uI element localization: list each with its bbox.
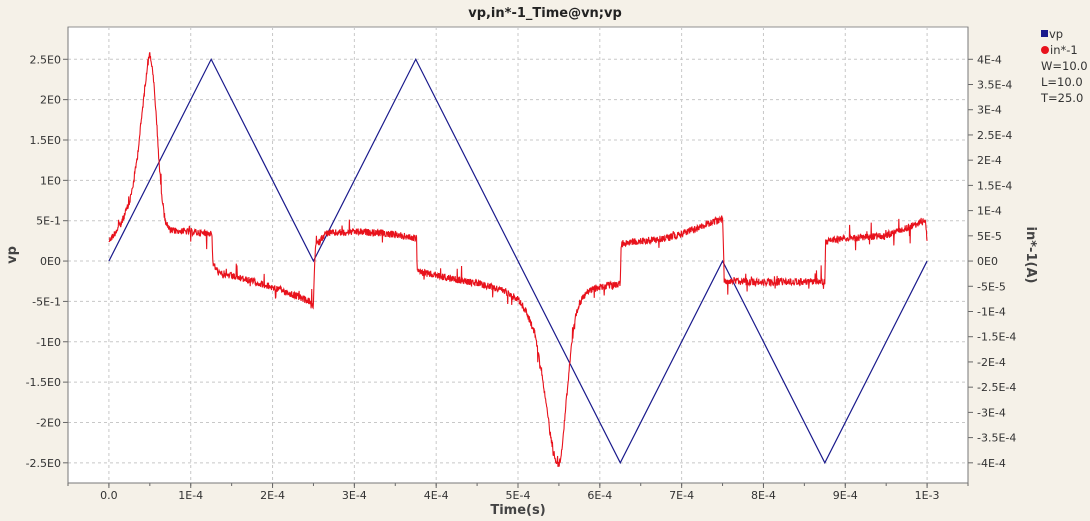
y-right-tick-label: -4E-4 — [977, 457, 1006, 470]
x-tick-label: 6E-4 — [587, 489, 612, 502]
y-left-tick-label: 2.5E0 — [30, 53, 61, 66]
y-left-tick-label: 1.5E0 — [30, 134, 61, 147]
y-right-tick-label: 2E-4 — [977, 154, 1002, 167]
x-tick-label: 9E-4 — [833, 489, 858, 502]
y-left-tick-label: 5E-1 — [36, 215, 61, 228]
x-tick-label: 1E-3 — [915, 489, 940, 502]
legend: vp in*-1 W=10.0 L=10.0 T=25.0 — [1041, 26, 1088, 106]
x-tick-label: 7E-4 — [669, 489, 694, 502]
legend-label-in: in*-1 — [1050, 43, 1078, 57]
y-right-tick-label: -5E-5 — [977, 280, 1006, 293]
y-right-tick-label: 3.5E-4 — [977, 79, 1012, 92]
y-right-tick-label: 3E-4 — [977, 104, 1002, 117]
y-right-tick-label: -2E-4 — [977, 356, 1006, 369]
y-right-tick-label: 4E-4 — [977, 53, 1002, 66]
y-right-tick-label: 5E-5 — [977, 230, 1002, 243]
legend-label-vp: vp — [1049, 27, 1064, 41]
x-axis-label: Time(s) — [490, 503, 545, 518]
y-right-tick-label: -1E-4 — [977, 305, 1006, 318]
y-left-tick-label: -1.5E0 — [26, 376, 61, 389]
y-right-tick-label: 1E-4 — [977, 205, 1002, 218]
y-right-tick-label: 1.5E-4 — [977, 179, 1012, 192]
y-left-tick-label: -5E-1 — [32, 295, 61, 308]
legend-item-in[interactable]: in*-1 — [1041, 42, 1088, 58]
x-tick-label: 8E-4 — [751, 489, 776, 502]
y-right-tick-label: -2.5E-4 — [977, 381, 1016, 394]
y-axis-right-label: in*-1(A) — [1023, 227, 1038, 284]
x-tick-label: 4E-4 — [424, 489, 449, 502]
y-left-tick-label: 2E0 — [40, 94, 61, 107]
y-left-tick-label: 0E0 — [40, 255, 61, 268]
legend-param-l: L=10.0 — [1041, 75, 1083, 89]
y-right-tick-label: -3.5E-4 — [977, 432, 1016, 445]
y-axis-left-label: vp — [5, 246, 20, 264]
legend-swatch-in — [1041, 46, 1049, 54]
y-left-tick-label: -2E0 — [36, 416, 61, 429]
x-tick-label: 3E-4 — [342, 489, 367, 502]
y-right-tick-label: 0E0 — [977, 255, 998, 268]
legend-item-vp[interactable]: vp — [1041, 26, 1088, 42]
x-tick-label: 1E-4 — [178, 489, 203, 502]
x-tick-label: 5E-4 — [506, 489, 531, 502]
chart-svg: 0.0 1E-4 2E-4 3E-4 4E-4 5E-4 6E-4 7E-4 8E-4 9E-4 1… — [0, 0, 1090, 521]
y-left-tick-label: -1E0 — [36, 336, 61, 349]
chart-title: vp,in*-1_Time@vn;vp — [468, 6, 622, 21]
y-left-tick-label: -2.5E0 — [26, 457, 61, 470]
y-right-tick-label: -3E-4 — [977, 406, 1006, 419]
y-left-tick-label: 1E0 — [40, 174, 61, 187]
y-right-tick-label: 2.5E-4 — [977, 129, 1012, 142]
legend-swatch-vp — [1041, 30, 1048, 37]
legend-param-w: W=10.0 — [1041, 59, 1088, 73]
legend-param-t: T=25.0 — [1041, 91, 1084, 105]
y-right-tick-label: -1.5E-4 — [977, 331, 1016, 344]
x-tick-label: 2E-4 — [260, 489, 285, 502]
x-tick-label: 0.0 — [100, 489, 118, 502]
